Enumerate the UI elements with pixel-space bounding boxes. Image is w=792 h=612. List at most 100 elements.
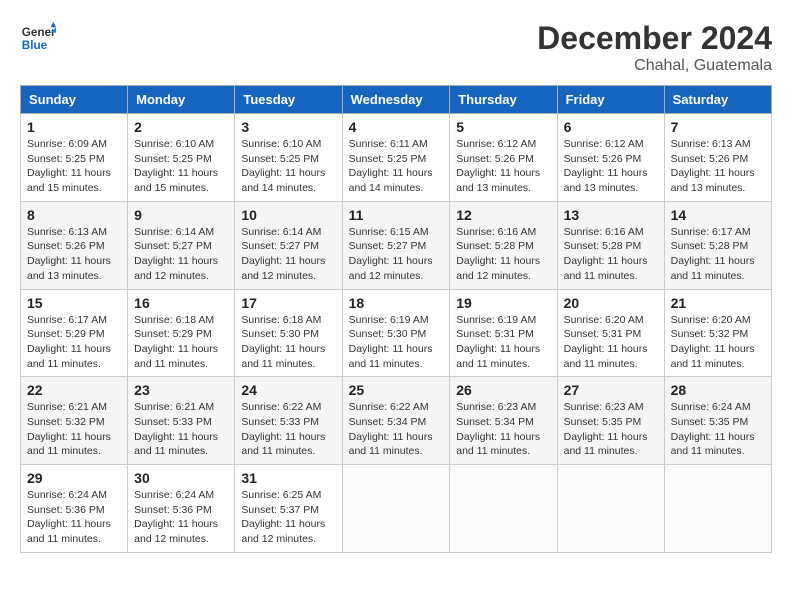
day-number: 2 [134, 119, 228, 135]
calendar-cell: 1 Sunrise: 6:09 AMSunset: 5:25 PMDayligh… [21, 114, 128, 202]
day-number: 18 [349, 295, 444, 311]
calendar-cell: 16 Sunrise: 6:18 AMSunset: 5:29 PMDaylig… [128, 289, 235, 377]
calendar-table: SundayMondayTuesdayWednesdayThursdayFrid… [20, 85, 772, 553]
calendar-cell: 30 Sunrise: 6:24 AMSunset: 5:36 PMDaylig… [128, 465, 235, 553]
calendar-cell: 5 Sunrise: 6:12 AMSunset: 5:26 PMDayligh… [450, 114, 557, 202]
day-number: 25 [349, 382, 444, 398]
calendar-cell: 11 Sunrise: 6:15 AMSunset: 5:27 PMDaylig… [342, 201, 450, 289]
calendar-week-row: 1 Sunrise: 6:09 AMSunset: 5:25 PMDayligh… [21, 114, 772, 202]
day-number: 4 [349, 119, 444, 135]
day-number: 28 [671, 382, 765, 398]
calendar-cell [450, 465, 557, 553]
day-number: 22 [27, 382, 121, 398]
weekday-header: Friday [557, 86, 664, 114]
day-info: Sunrise: 6:15 AMSunset: 5:27 PMDaylight:… [349, 225, 444, 284]
day-number: 11 [349, 207, 444, 223]
calendar-cell [342, 465, 450, 553]
location: Chahal, Guatemala [537, 57, 772, 75]
day-info: Sunrise: 6:22 AMSunset: 5:34 PMDaylight:… [349, 400, 444, 459]
day-info: Sunrise: 6:23 AMSunset: 5:34 PMDaylight:… [456, 400, 550, 459]
day-info: Sunrise: 6:09 AMSunset: 5:25 PMDaylight:… [27, 137, 121, 196]
weekday-header: Saturday [664, 86, 771, 114]
day-number: 30 [134, 470, 228, 486]
day-info: Sunrise: 6:24 AMSunset: 5:36 PMDaylight:… [134, 488, 228, 547]
day-number: 12 [456, 207, 550, 223]
day-number: 10 [241, 207, 335, 223]
calendar-cell: 31 Sunrise: 6:25 AMSunset: 5:37 PMDaylig… [235, 465, 342, 553]
calendar-cell: 25 Sunrise: 6:22 AMSunset: 5:34 PMDaylig… [342, 377, 450, 465]
calendar-cell: 8 Sunrise: 6:13 AMSunset: 5:26 PMDayligh… [21, 201, 128, 289]
calendar-cell: 26 Sunrise: 6:23 AMSunset: 5:34 PMDaylig… [450, 377, 557, 465]
day-info: Sunrise: 6:20 AMSunset: 5:31 PMDaylight:… [564, 313, 658, 372]
calendar-cell: 4 Sunrise: 6:11 AMSunset: 5:25 PMDayligh… [342, 114, 450, 202]
calendar-cell: 24 Sunrise: 6:22 AMSunset: 5:33 PMDaylig… [235, 377, 342, 465]
day-info: Sunrise: 6:25 AMSunset: 5:37 PMDaylight:… [241, 488, 335, 547]
day-number: 13 [564, 207, 658, 223]
calendar-cell: 22 Sunrise: 6:21 AMSunset: 5:32 PMDaylig… [21, 377, 128, 465]
page-header: General Blue December 2024 Chahal, Guate… [20, 20, 772, 75]
calendar-week-row: 8 Sunrise: 6:13 AMSunset: 5:26 PMDayligh… [21, 201, 772, 289]
calendar-cell: 17 Sunrise: 6:18 AMSunset: 5:30 PMDaylig… [235, 289, 342, 377]
day-info: Sunrise: 6:10 AMSunset: 5:25 PMDaylight:… [241, 137, 335, 196]
day-number: 23 [134, 382, 228, 398]
day-number: 5 [456, 119, 550, 135]
day-number: 19 [456, 295, 550, 311]
day-number: 15 [27, 295, 121, 311]
calendar-cell: 12 Sunrise: 6:16 AMSunset: 5:28 PMDaylig… [450, 201, 557, 289]
day-info: Sunrise: 6:21 AMSunset: 5:33 PMDaylight:… [134, 400, 228, 459]
day-number: 21 [671, 295, 765, 311]
calendar-week-row: 29 Sunrise: 6:24 AMSunset: 5:36 PMDaylig… [21, 465, 772, 553]
day-info: Sunrise: 6:20 AMSunset: 5:32 PMDaylight:… [671, 313, 765, 372]
day-info: Sunrise: 6:19 AMSunset: 5:30 PMDaylight:… [349, 313, 444, 372]
calendar-cell: 23 Sunrise: 6:21 AMSunset: 5:33 PMDaylig… [128, 377, 235, 465]
calendar-cell: 3 Sunrise: 6:10 AMSunset: 5:25 PMDayligh… [235, 114, 342, 202]
day-info: Sunrise: 6:24 AMSunset: 5:36 PMDaylight:… [27, 488, 121, 547]
day-info: Sunrise: 6:10 AMSunset: 5:25 PMDaylight:… [134, 137, 228, 196]
day-number: 29 [27, 470, 121, 486]
weekday-header: Thursday [450, 86, 557, 114]
calendar-cell: 9 Sunrise: 6:14 AMSunset: 5:27 PMDayligh… [128, 201, 235, 289]
calendar-cell: 20 Sunrise: 6:20 AMSunset: 5:31 PMDaylig… [557, 289, 664, 377]
day-info: Sunrise: 6:11 AMSunset: 5:25 PMDaylight:… [349, 137, 444, 196]
calendar-cell: 29 Sunrise: 6:24 AMSunset: 5:36 PMDaylig… [21, 465, 128, 553]
calendar-cell: 10 Sunrise: 6:14 AMSunset: 5:27 PMDaylig… [235, 201, 342, 289]
day-info: Sunrise: 6:14 AMSunset: 5:27 PMDaylight:… [134, 225, 228, 284]
calendar-cell: 19 Sunrise: 6:19 AMSunset: 5:31 PMDaylig… [450, 289, 557, 377]
svg-text:Blue: Blue [22, 39, 48, 52]
day-info: Sunrise: 6:19 AMSunset: 5:31 PMDaylight:… [456, 313, 550, 372]
logo: General Blue [20, 20, 56, 56]
day-info: Sunrise: 6:13 AMSunset: 5:26 PMDaylight:… [671, 137, 765, 196]
day-info: Sunrise: 6:16 AMSunset: 5:28 PMDaylight:… [564, 225, 658, 284]
calendar-cell [557, 465, 664, 553]
day-info: Sunrise: 6:14 AMSunset: 5:27 PMDaylight:… [241, 225, 335, 284]
calendar-week-row: 22 Sunrise: 6:21 AMSunset: 5:32 PMDaylig… [21, 377, 772, 465]
weekday-header: Tuesday [235, 86, 342, 114]
calendar-cell: 2 Sunrise: 6:10 AMSunset: 5:25 PMDayligh… [128, 114, 235, 202]
day-info: Sunrise: 6:18 AMSunset: 5:29 PMDaylight:… [134, 313, 228, 372]
calendar-week-row: 15 Sunrise: 6:17 AMSunset: 5:29 PMDaylig… [21, 289, 772, 377]
day-number: 3 [241, 119, 335, 135]
logo-icon: General Blue [20, 20, 56, 56]
day-info: Sunrise: 6:12 AMSunset: 5:26 PMDaylight:… [456, 137, 550, 196]
day-number: 24 [241, 382, 335, 398]
weekday-header: Monday [128, 86, 235, 114]
day-number: 6 [564, 119, 658, 135]
calendar-cell: 21 Sunrise: 6:20 AMSunset: 5:32 PMDaylig… [664, 289, 771, 377]
calendar-cell: 28 Sunrise: 6:24 AMSunset: 5:35 PMDaylig… [664, 377, 771, 465]
day-info: Sunrise: 6:13 AMSunset: 5:26 PMDaylight:… [27, 225, 121, 284]
day-number: 8 [27, 207, 121, 223]
day-number: 7 [671, 119, 765, 135]
day-info: Sunrise: 6:12 AMSunset: 5:26 PMDaylight:… [564, 137, 658, 196]
day-info: Sunrise: 6:24 AMSunset: 5:35 PMDaylight:… [671, 400, 765, 459]
day-number: 1 [27, 119, 121, 135]
day-info: Sunrise: 6:21 AMSunset: 5:32 PMDaylight:… [27, 400, 121, 459]
weekday-header: Wednesday [342, 86, 450, 114]
day-number: 16 [134, 295, 228, 311]
calendar-header-row: SundayMondayTuesdayWednesdayThursdayFrid… [21, 86, 772, 114]
day-info: Sunrise: 6:18 AMSunset: 5:30 PMDaylight:… [241, 313, 335, 372]
title-block: December 2024 Chahal, Guatemala [537, 20, 772, 75]
calendar-cell: 13 Sunrise: 6:16 AMSunset: 5:28 PMDaylig… [557, 201, 664, 289]
day-number: 20 [564, 295, 658, 311]
day-number: 9 [134, 207, 228, 223]
calendar-cell: 6 Sunrise: 6:12 AMSunset: 5:26 PMDayligh… [557, 114, 664, 202]
